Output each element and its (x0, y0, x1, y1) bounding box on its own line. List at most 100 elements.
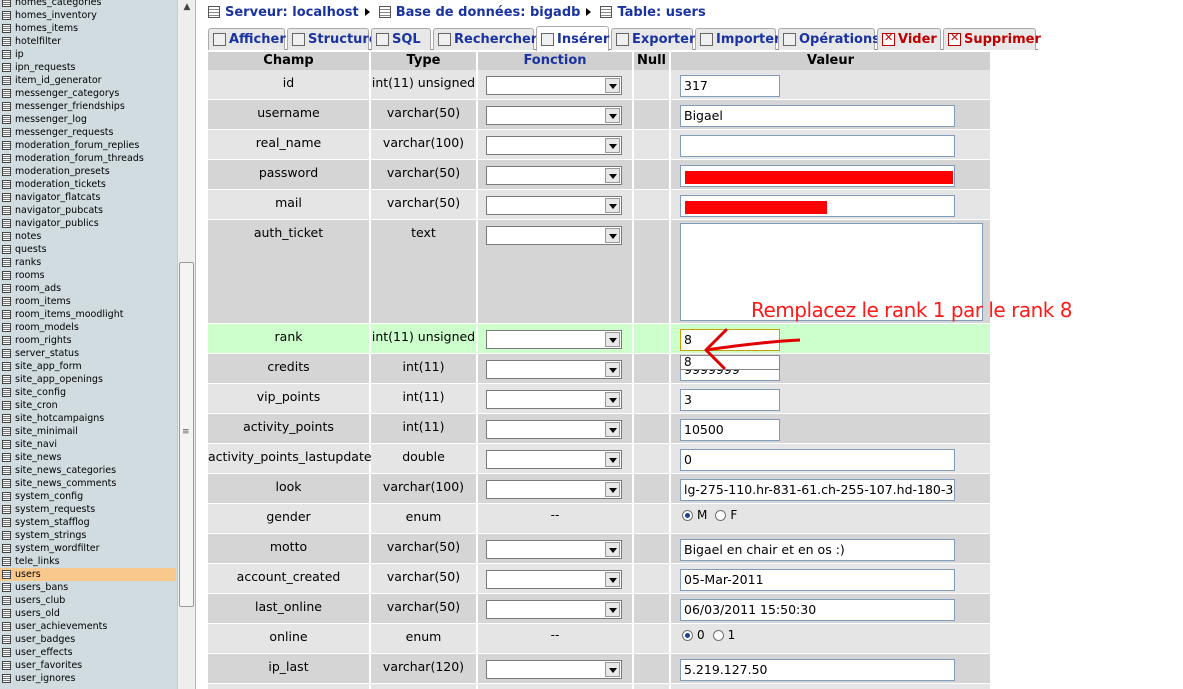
radio-button[interactable] (682, 509, 693, 521)
sidebar-table-label[interactable]: ipn_requests (15, 61, 76, 74)
sidebar-table-label[interactable]: navigator_publics (15, 217, 99, 230)
sidebar-table-label[interactable]: site_navi (15, 438, 57, 451)
table-browse-icon[interactable] (2, 635, 11, 644)
table-browse-icon[interactable] (2, 544, 11, 553)
tab-oprations[interactable]: Opérations (778, 28, 880, 50)
sidebar-table-item[interactable]: system_wordfilter (0, 542, 176, 555)
sidebar-table-label[interactable]: user_achievements (15, 620, 107, 633)
sidebar-table-label[interactable]: item_id_generator (15, 74, 102, 87)
sidebar-table-item[interactable]: users_old (0, 607, 176, 620)
table-browse-icon[interactable] (2, 479, 11, 488)
sidebar-table-item[interactable]: user_favorites (0, 659, 176, 672)
radio-button[interactable] (682, 629, 693, 641)
sidebar-table-item[interactable]: system_config (0, 490, 176, 503)
table-browse-icon[interactable] (2, 232, 11, 241)
sidebar-table-label[interactable]: site_news_categories (15, 464, 116, 477)
table-browse-icon[interactable] (2, 245, 11, 254)
table-browse-icon[interactable] (2, 128, 11, 137)
chevron-down-icon[interactable] (605, 78, 620, 93)
table-browse-icon[interactable] (2, 219, 11, 228)
sidebar-table-label[interactable]: server_status (15, 347, 79, 360)
sidebar-table-item[interactable]: room_rights (0, 334, 176, 347)
chevron-down-icon[interactable] (605, 168, 620, 183)
table-browse-icon[interactable] (2, 323, 11, 332)
scroll-up-arrow-icon[interactable]: ▲ (179, 0, 195, 14)
table-browse-icon[interactable] (2, 115, 11, 124)
sidebar-table-label[interactable]: tele_links (15, 555, 60, 568)
sidebar-table-item[interactable]: system_strings (0, 529, 176, 542)
sidebar-table-item[interactable]: site_news_categories (0, 464, 176, 477)
table-browse-icon[interactable] (2, 154, 11, 163)
radio-button[interactable] (715, 509, 727, 521)
chevron-down-icon[interactable] (605, 392, 620, 407)
table-browse-icon[interactable] (2, 557, 11, 566)
value-input[interactable]: 06/03/2011 15:50:30 (680, 599, 955, 621)
table-browse-icon[interactable] (2, 167, 11, 176)
sidebar-table-label[interactable]: messenger_friendships (15, 100, 125, 113)
sidebar-table-item[interactable]: site_navi (0, 438, 176, 451)
value-input[interactable]: Bigael (680, 105, 955, 127)
sidebar-table-item[interactable]: homes_categories (0, 0, 176, 9)
tab-sql[interactable]: SQL (371, 28, 431, 50)
sidebar-table-label[interactable]: room_items_moodlight (15, 308, 123, 321)
table-browse-icon[interactable] (2, 11, 11, 20)
sidebar-table-item[interactable]: tele_links (0, 555, 176, 568)
tab-afficher[interactable]: Afficher (208, 28, 286, 50)
sidebar-table-label[interactable]: messenger_log (15, 113, 87, 126)
table-browse-icon[interactable] (2, 492, 11, 501)
sidebar-table-item[interactable]: site_news_comments (0, 477, 176, 490)
sidebar-table-label[interactable]: site_config (15, 386, 66, 399)
table-browse-icon[interactable] (2, 141, 11, 150)
sidebar-table-item[interactable]: users_club (0, 594, 176, 607)
sidebar-table-item[interactable]: system_stafflog (0, 516, 176, 529)
chevron-down-icon[interactable] (605, 572, 620, 587)
sidebar-table-label[interactable]: messenger_categorys (15, 87, 119, 100)
sidebar-table-label[interactable]: site_app_openings (15, 373, 103, 386)
breadcrumb-database[interactable]: Base de données: bigadb (396, 5, 581, 20)
table-browse-icon[interactable] (2, 648, 11, 657)
table-browse-icon[interactable] (2, 284, 11, 293)
sidebar-table-item[interactable]: user_ignores (0, 672, 176, 685)
table-browse-icon[interactable] (2, 466, 11, 475)
sidebar-table-item[interactable]: hotelfilter (0, 35, 176, 48)
sidebar-table-label[interactable]: room_ads (15, 282, 61, 295)
table-browse-icon[interactable] (2, 193, 11, 202)
table-browse-icon[interactable] (2, 206, 11, 215)
sidebar-table-item[interactable]: site_minimail (0, 425, 176, 438)
chevron-down-icon[interactable] (605, 362, 620, 377)
sidebar-table-item[interactable]: room_ads (0, 282, 176, 295)
sidebar-table-label[interactable]: hotelfilter (15, 35, 61, 48)
sidebar-table-label[interactable]: ip (15, 48, 24, 61)
sidebar-table-item[interactable]: navigator_flatcats (0, 191, 176, 204)
sidebar-table-item[interactable]: navigator_pubcats (0, 204, 176, 217)
column-header-fonction[interactable]: Fonction (478, 52, 633, 70)
chevron-down-icon[interactable] (605, 482, 620, 497)
sidebar-table-label[interactable]: system_config (15, 490, 83, 503)
sidebar-table-item[interactable]: ranks (0, 256, 176, 269)
table-browse-icon[interactable] (2, 336, 11, 345)
sidebar-table-label[interactable]: rooms (15, 269, 45, 282)
sidebar-scrollbar[interactable]: ▲ ≡ (177, 0, 195, 689)
function-select[interactable] (486, 540, 622, 559)
sidebar-table-item[interactable]: quests (0, 243, 176, 256)
tab-rechercher[interactable]: Rechercher (433, 28, 537, 50)
chevron-down-icon[interactable] (605, 198, 620, 213)
sidebar-table-item[interactable]: users_bans (0, 581, 176, 594)
table-browse-icon[interactable] (2, 661, 11, 670)
function-select[interactable] (486, 226, 622, 245)
tab-exporter[interactable]: Exporter (611, 28, 695, 50)
sidebar-table-item[interactable]: user_effects (0, 646, 176, 659)
function-select[interactable] (486, 420, 622, 439)
sidebar-table-item[interactable]: user_achievements (0, 620, 176, 633)
function-select[interactable] (486, 360, 622, 379)
table-browse-icon[interactable] (2, 570, 11, 579)
table-browse-icon[interactable] (2, 505, 11, 514)
sidebar-table-label[interactable]: messenger_requests (15, 126, 113, 139)
tab-structure[interactable]: Structure (287, 28, 378, 50)
sidebar-table-item[interactable]: messenger_log (0, 113, 176, 126)
table-browse-icon[interactable] (2, 414, 11, 423)
sidebar-table-label[interactable]: site_news_comments (15, 477, 116, 490)
sidebar-table-item[interactable]: moderation_presets (0, 165, 176, 178)
table-browse-icon[interactable] (2, 258, 11, 267)
value-input[interactable]: 3 (680, 389, 780, 411)
